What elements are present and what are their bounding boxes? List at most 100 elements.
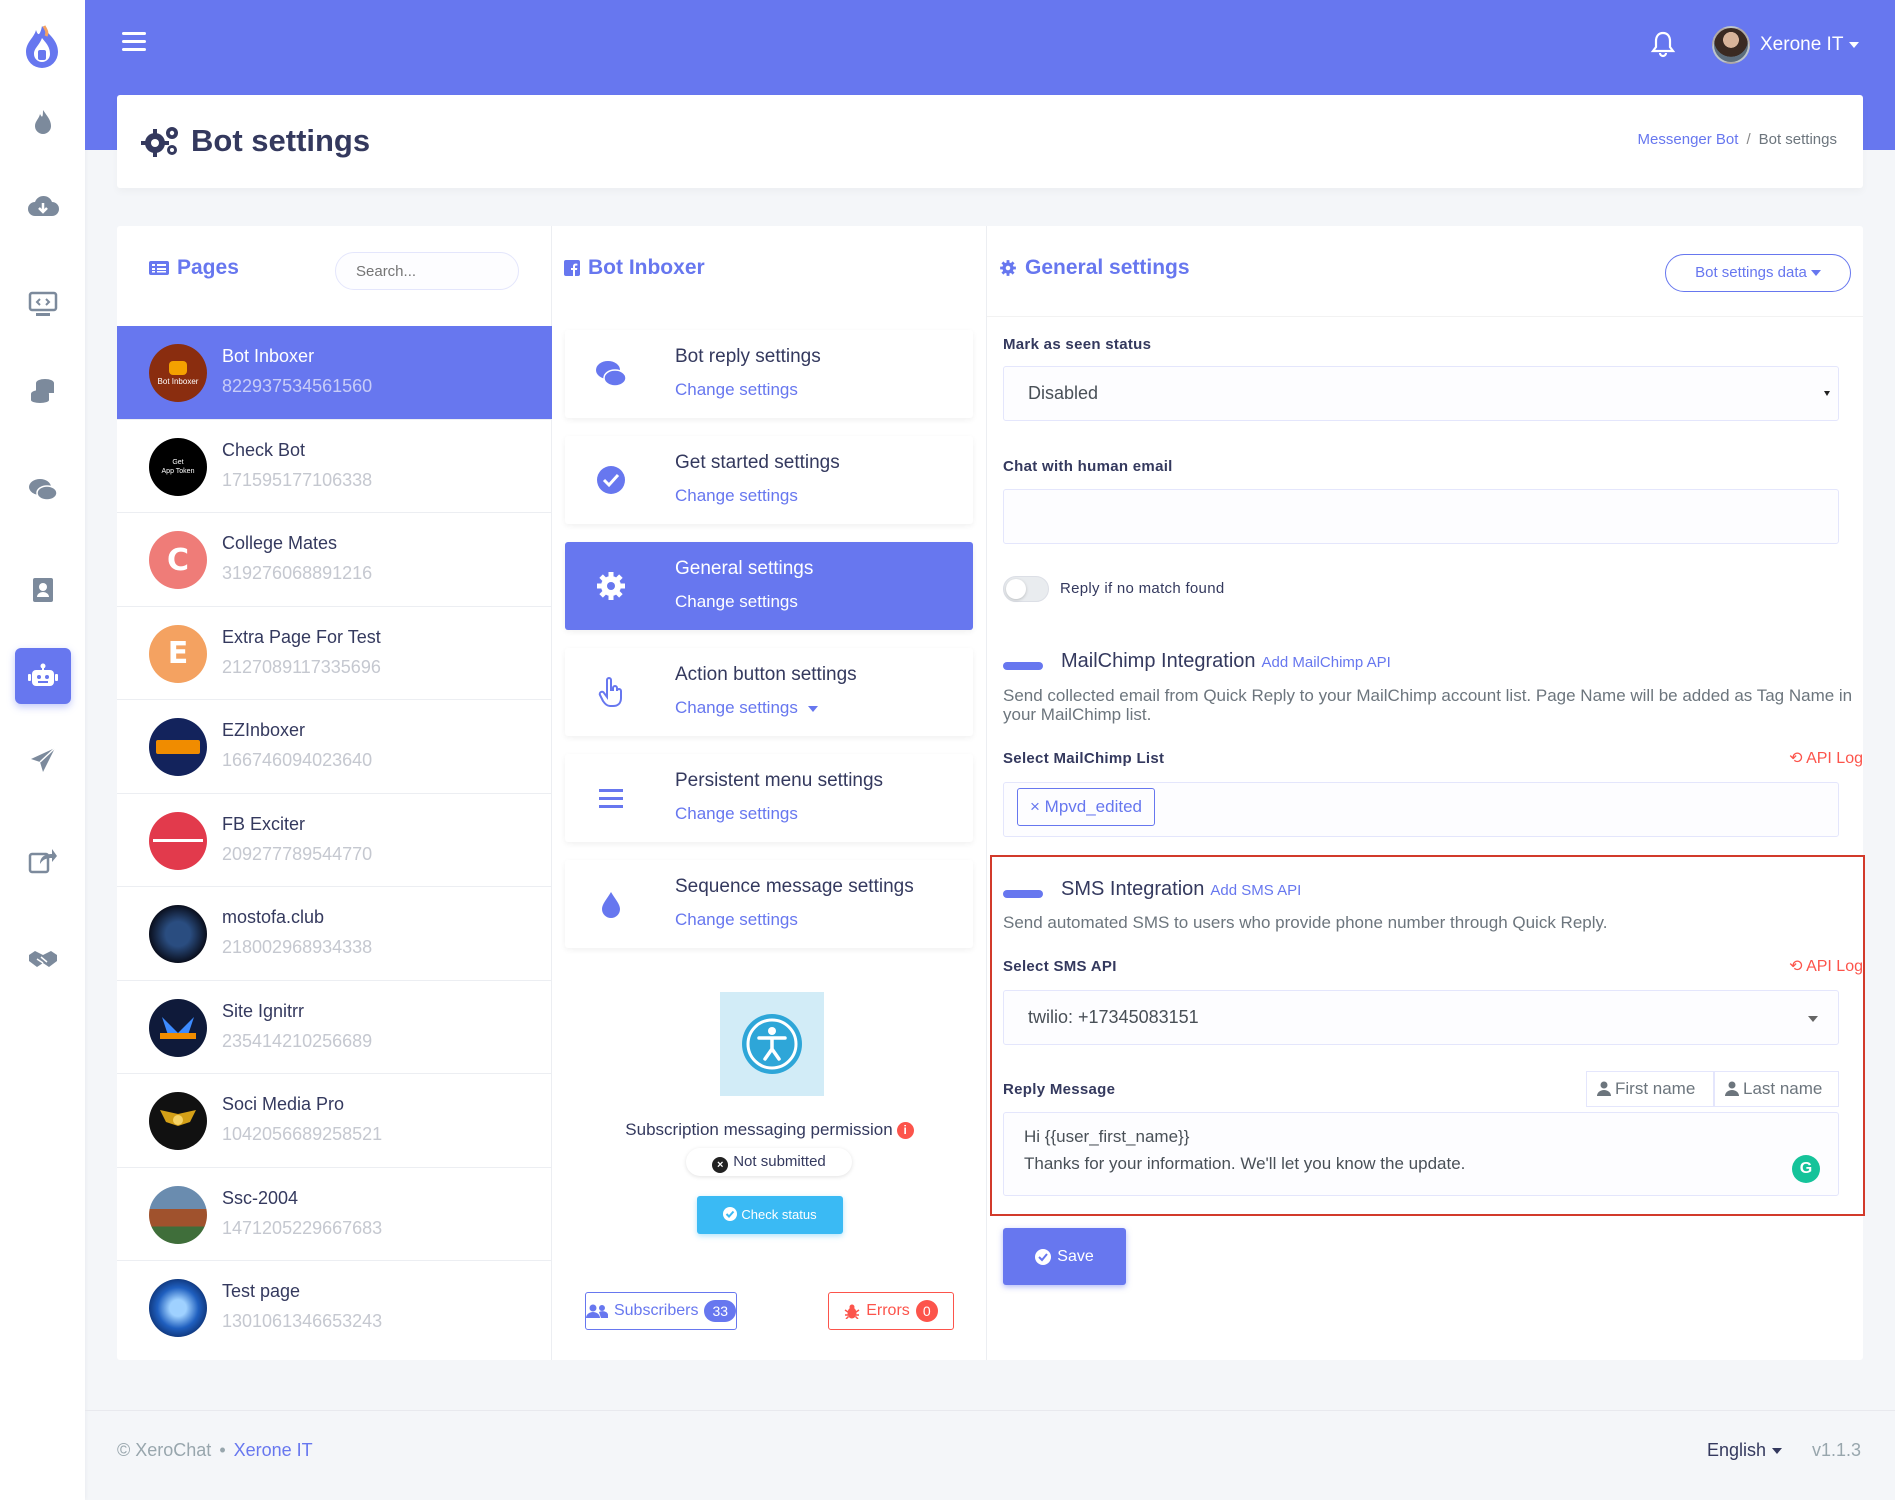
bot-heading: Bot Inboxer bbox=[564, 256, 705, 280]
general-settings-card[interactable]: General settings Change settings bbox=[565, 542, 973, 630]
app-version: v1.1.3 bbox=[1812, 1440, 1862, 1460]
check-status-button[interactable]: Check status bbox=[697, 1196, 843, 1234]
page-name: Soci Media Pro bbox=[222, 1094, 345, 1114]
page-search-input[interactable] bbox=[335, 252, 519, 290]
action-button-settings-card[interactable]: Action button settings Change settings bbox=[565, 648, 973, 736]
page-item-bot-inboxer[interactable]: Bot Inboxer Bot Inboxer 822937534561560 bbox=[117, 326, 552, 420]
change-settings-link[interactable]: Change settings bbox=[675, 486, 798, 506]
mark-seen-select[interactable]: Disabled bbox=[1003, 366, 1839, 421]
mark-seen-label: Mark as seen status bbox=[1003, 336, 1152, 353]
chevron-down-icon bbox=[1810, 270, 1821, 277]
check-circle-icon bbox=[1035, 1248, 1052, 1265]
sidebar-handshake-icon[interactable] bbox=[15, 930, 71, 986]
subscribers-count: 33 bbox=[704, 1300, 736, 1322]
change-settings-link[interactable]: Change settings bbox=[675, 592, 798, 612]
page-item-extra-page-for-test[interactable]: E Extra Page For Test 2127089117335696 bbox=[117, 607, 552, 700]
page-item-ssc-2004[interactable]: Ssc-2004 1471205229667683 bbox=[117, 1168, 552, 1261]
errors-button[interactable]: Errors 0 bbox=[828, 1292, 954, 1330]
sidebar-share-icon[interactable] bbox=[15, 832, 71, 888]
page-item-site-ignitrr[interactable]: Site Ignitrr 235414210256689 bbox=[117, 981, 552, 1074]
page-item-fb-exciter[interactable]: FB Exciter 209277789544770 bbox=[117, 794, 552, 887]
page-item-mostofa-club[interactable]: mostofa.club 218002968934338 bbox=[117, 887, 552, 981]
page-id: 166746094023640 bbox=[222, 750, 373, 770]
divider bbox=[987, 316, 1863, 317]
sidebar-comments-icon[interactable] bbox=[15, 462, 71, 518]
mailchimp-api-log-link[interactable]: ⟲ API Log bbox=[1789, 748, 1863, 768]
mailchimp-toggle[interactable] bbox=[1003, 662, 1043, 670]
change-settings-link[interactable]: Change settings bbox=[675, 910, 798, 930]
check-circle-icon bbox=[597, 466, 625, 494]
page-id: 1042056689258521 bbox=[222, 1124, 383, 1144]
mailchimp-list-tag[interactable]: × Mpvd_edited bbox=[1017, 788, 1155, 826]
general-settings-heading: General settings bbox=[999, 256, 1190, 280]
sidebar-robot-icon[interactable] bbox=[15, 648, 71, 704]
page-avatar bbox=[149, 1185, 207, 1244]
sidebar-contact-book-icon[interactable] bbox=[15, 562, 71, 618]
page-avatar: Get App Token bbox=[149, 437, 207, 496]
human-email-field[interactable] bbox=[1003, 489, 1839, 544]
sms-api-label: Select SMS API bbox=[1003, 958, 1117, 975]
sidebar-paper-plane-icon[interactable] bbox=[15, 732, 71, 788]
page-avatar: E bbox=[149, 624, 207, 683]
gear-icon bbox=[597, 572, 625, 600]
grammarly-icon[interactable]: G bbox=[1792, 1155, 1820, 1183]
sidebar-fire-icon[interactable] bbox=[15, 94, 71, 150]
persistent-menu-settings-card[interactable]: Persistent menu settings Change settings bbox=[565, 754, 973, 842]
page-name: FB Exciter bbox=[222, 813, 306, 834]
footer-company-link[interactable]: Xerone IT bbox=[234, 1440, 313, 1460]
chevron-down-icon bbox=[1849, 41, 1860, 48]
subscribers-button[interactable]: Subscribers 33 bbox=[585, 1292, 737, 1330]
page-avatar: C bbox=[149, 531, 207, 589]
page-item-test-page[interactable]: Test page 1301061346653243 bbox=[117, 1261, 552, 1355]
app-logo[interactable] bbox=[22, 24, 62, 70]
pages-panel: Pages Bot Inboxer Bot Inboxer 8229375345… bbox=[117, 226, 552, 1360]
sequence-message-settings-card[interactable]: Sequence message settings Change setting… bbox=[565, 860, 973, 948]
sms-toggle[interactable] bbox=[1003, 890, 1043, 898]
breadcrumb-link[interactable]: Messenger Bot bbox=[1638, 131, 1739, 148]
user-icon bbox=[1597, 1081, 1611, 1096]
user-menu[interactable]: Xerone IT bbox=[1760, 34, 1860, 56]
page-avatar bbox=[149, 905, 207, 963]
page-name: Ssc-2004 bbox=[222, 1187, 299, 1208]
setting-title: Bot reply settings bbox=[675, 346, 821, 367]
setting-title: Get started settings bbox=[675, 452, 840, 473]
sidebar-coins-icon[interactable] bbox=[15, 362, 71, 418]
page-item-soci-media-pro[interactable]: Soci Media Pro 1042056689258521 bbox=[117, 1074, 552, 1168]
mailchimp-description: Send collected email from Quick Reply to… bbox=[1003, 686, 1853, 724]
notification-bell-icon[interactable] bbox=[1650, 30, 1676, 58]
change-settings-dropdown[interactable]: Change settings bbox=[675, 698, 818, 718]
page-item-college-mates[interactable]: C College Mates 319276068891216 bbox=[117, 513, 552, 607]
add-sms-api-link[interactable]: Add SMS API bbox=[1210, 882, 1301, 899]
sidebar-monitor-code-icon[interactable] bbox=[15, 276, 71, 332]
x-circle-icon: × bbox=[712, 1157, 729, 1173]
status-badge: × Not submitted bbox=[686, 1148, 852, 1176]
add-mailchimp-api-link[interactable]: Add MailChimp API bbox=[1262, 654, 1391, 671]
save-button[interactable]: Save bbox=[1003, 1228, 1126, 1285]
insert-last-name-button[interactable]: Last name bbox=[1714, 1071, 1839, 1107]
facebook-square-icon bbox=[564, 260, 580, 276]
errors-count: 0 bbox=[915, 1300, 938, 1322]
hamburger-menu-icon[interactable] bbox=[122, 32, 146, 52]
human-email-label: Chat with human email bbox=[1003, 458, 1173, 475]
get-started-settings-card[interactable]: Get started settings Change settings bbox=[565, 436, 973, 524]
insert-first-name-button[interactable]: First name bbox=[1586, 1071, 1714, 1107]
language-selector[interactable]: English bbox=[1707, 1440, 1783, 1461]
sms-api-select[interactable]: twilio: +17345083151 bbox=[1003, 990, 1839, 1045]
sidebar-cloud-download-icon[interactable] bbox=[15, 178, 71, 234]
reply-no-match-toggle[interactable] bbox=[1003, 576, 1049, 602]
chevron-down-icon bbox=[1808, 1016, 1818, 1022]
info-icon[interactable]: i bbox=[896, 1122, 914, 1139]
sms-api-log-link[interactable]: ⟲ API Log bbox=[1789, 956, 1863, 976]
bot-settings-data-button[interactable]: Bot settings data bbox=[1665, 254, 1851, 292]
gears-icon bbox=[141, 127, 178, 157]
history-icon: ⟲ bbox=[1789, 750, 1807, 767]
remove-tag-icon[interactable]: × bbox=[1030, 797, 1045, 816]
page-item-check-bot[interactable]: Get App Token Check Bot 171595177106338 bbox=[117, 420, 552, 513]
change-settings-link[interactable]: Change settings bbox=[675, 804, 798, 824]
reply-message-textarea[interactable]: Hi {{user_first_name}} Thanks for your i… bbox=[1003, 1112, 1839, 1196]
user-avatar[interactable] bbox=[1712, 26, 1750, 64]
bot-reply-settings-card[interactable]: Bot reply settings Change settings bbox=[565, 330, 973, 418]
page-item-ezinboxer[interactable]: EZInboxer 166746094023640 bbox=[117, 700, 552, 794]
change-settings-link[interactable]: Change settings bbox=[675, 380, 798, 400]
page-title: Bot settings bbox=[191, 123, 371, 158]
